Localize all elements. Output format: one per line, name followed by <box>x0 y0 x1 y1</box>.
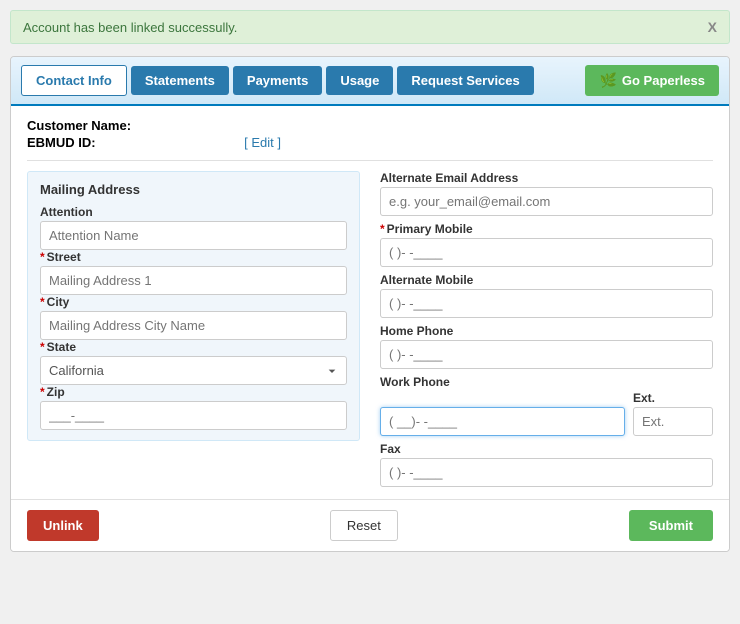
street-input[interactable] <box>40 266 347 295</box>
primary-mobile-label: *Primary Mobile <box>380 222 713 236</box>
fax-group: Fax <box>380 442 713 487</box>
leaf-icon: 🌿 <box>599 72 616 89</box>
home-phone-group: Home Phone <box>380 324 713 369</box>
fax-label: Fax <box>380 442 713 456</box>
divider-top <box>27 160 713 161</box>
attention-group: Attention <box>40 205 347 250</box>
ebmud-id-label: EBMUD ID: <box>27 135 96 150</box>
city-group: *City <box>40 295 347 340</box>
work-phone-input[interactable] <box>380 407 625 436</box>
city-label: *City <box>40 295 347 309</box>
home-phone-input[interactable] <box>380 340 713 369</box>
customer-info: Customer Name: EBMUD ID: [ Edit ] <box>27 118 713 150</box>
edit-link[interactable]: [ Edit ] <box>244 135 281 150</box>
form-grid: Mailing Address Attention *Street <box>27 171 713 487</box>
alt-email-input[interactable] <box>380 187 713 216</box>
right-column: Alternate Email Address *Primary Mobile … <box>380 171 713 487</box>
go-paperless-button[interactable]: 🌿 Go Paperless <box>585 65 719 96</box>
attention-label: Attention <box>40 205 347 219</box>
street-required-star: * <box>40 250 45 264</box>
state-select[interactable]: California Arizona Nevada Oregon Washing… <box>40 356 347 385</box>
primary-mobile-required-star: * <box>380 222 385 236</box>
primary-mobile-group: *Primary Mobile <box>380 222 713 267</box>
ext-group: Ext. <box>633 391 713 436</box>
tab-request-services[interactable]: Request Services <box>397 66 533 95</box>
state-required-star: * <box>40 340 45 354</box>
ext-input[interactable] <box>633 407 713 436</box>
reset-button[interactable]: Reset <box>330 510 398 541</box>
tab-payments[interactable]: Payments <box>233 66 322 95</box>
left-column: Mailing Address Attention *Street <box>27 171 360 487</box>
home-phone-label: Home Phone <box>380 324 713 338</box>
zip-group: *Zip <box>40 385 347 430</box>
tab-contact-info[interactable]: Contact Info <box>21 65 127 96</box>
customer-name-label: Customer Name: <box>27 118 131 133</box>
footer-row: Unlink Reset Submit <box>11 499 729 551</box>
work-phone-label: Work Phone <box>380 375 713 389</box>
attention-input[interactable] <box>40 221 347 250</box>
street-label: *Street <box>40 250 347 264</box>
zip-label: *Zip <box>40 385 347 399</box>
city-required-star: * <box>40 295 45 309</box>
go-paperless-label: Go Paperless <box>622 73 705 88</box>
tab-statements[interactable]: Statements <box>131 66 229 95</box>
customer-name-row: Customer Name: <box>27 118 713 133</box>
street-group: *Street <box>40 250 347 295</box>
alt-email-group: Alternate Email Address <box>380 171 713 216</box>
state-group: *State California Arizona Nevada Oregon … <box>40 340 347 385</box>
zip-required-star: * <box>40 385 45 399</box>
work-phone-row: Ext. <box>380 391 713 436</box>
alert-message: Account has been linked successully. <box>23 20 237 35</box>
alt-mobile-input[interactable] <box>380 289 713 318</box>
tab-bar: Contact Info Statements Payments Usage R… <box>11 57 729 106</box>
city-input[interactable] <box>40 311 347 340</box>
ebmud-id-row: EBMUD ID: [ Edit ] <box>27 135 713 150</box>
alert-bar: Account has been linked successully. X <box>10 10 730 44</box>
alert-close-button[interactable]: X <box>708 19 717 35</box>
tab-usage[interactable]: Usage <box>326 66 393 95</box>
ext-label: Ext. <box>633 391 713 405</box>
zip-input[interactable] <box>40 401 347 430</box>
alt-mobile-group: Alternate Mobile <box>380 273 713 318</box>
primary-mobile-input[interactable] <box>380 238 713 267</box>
state-label: *State <box>40 340 347 354</box>
mailing-section: Mailing Address Attention *Street <box>27 171 360 441</box>
submit-button[interactable]: Submit <box>629 510 713 541</box>
mailing-section-title: Mailing Address <box>40 182 347 197</box>
page-wrapper: Account has been linked successully. X C… <box>10 10 730 552</box>
alt-email-label: Alternate Email Address <box>380 171 713 185</box>
card-body: Customer Name: EBMUD ID: [ Edit ] <box>11 106 729 499</box>
alt-mobile-label: Alternate Mobile <box>380 273 713 287</box>
main-card: Contact Info Statements Payments Usage R… <box>10 56 730 552</box>
unlink-button[interactable]: Unlink <box>27 510 99 541</box>
work-phone-group: Work Phone Ext. <box>380 375 713 436</box>
fax-input[interactable] <box>380 458 713 487</box>
